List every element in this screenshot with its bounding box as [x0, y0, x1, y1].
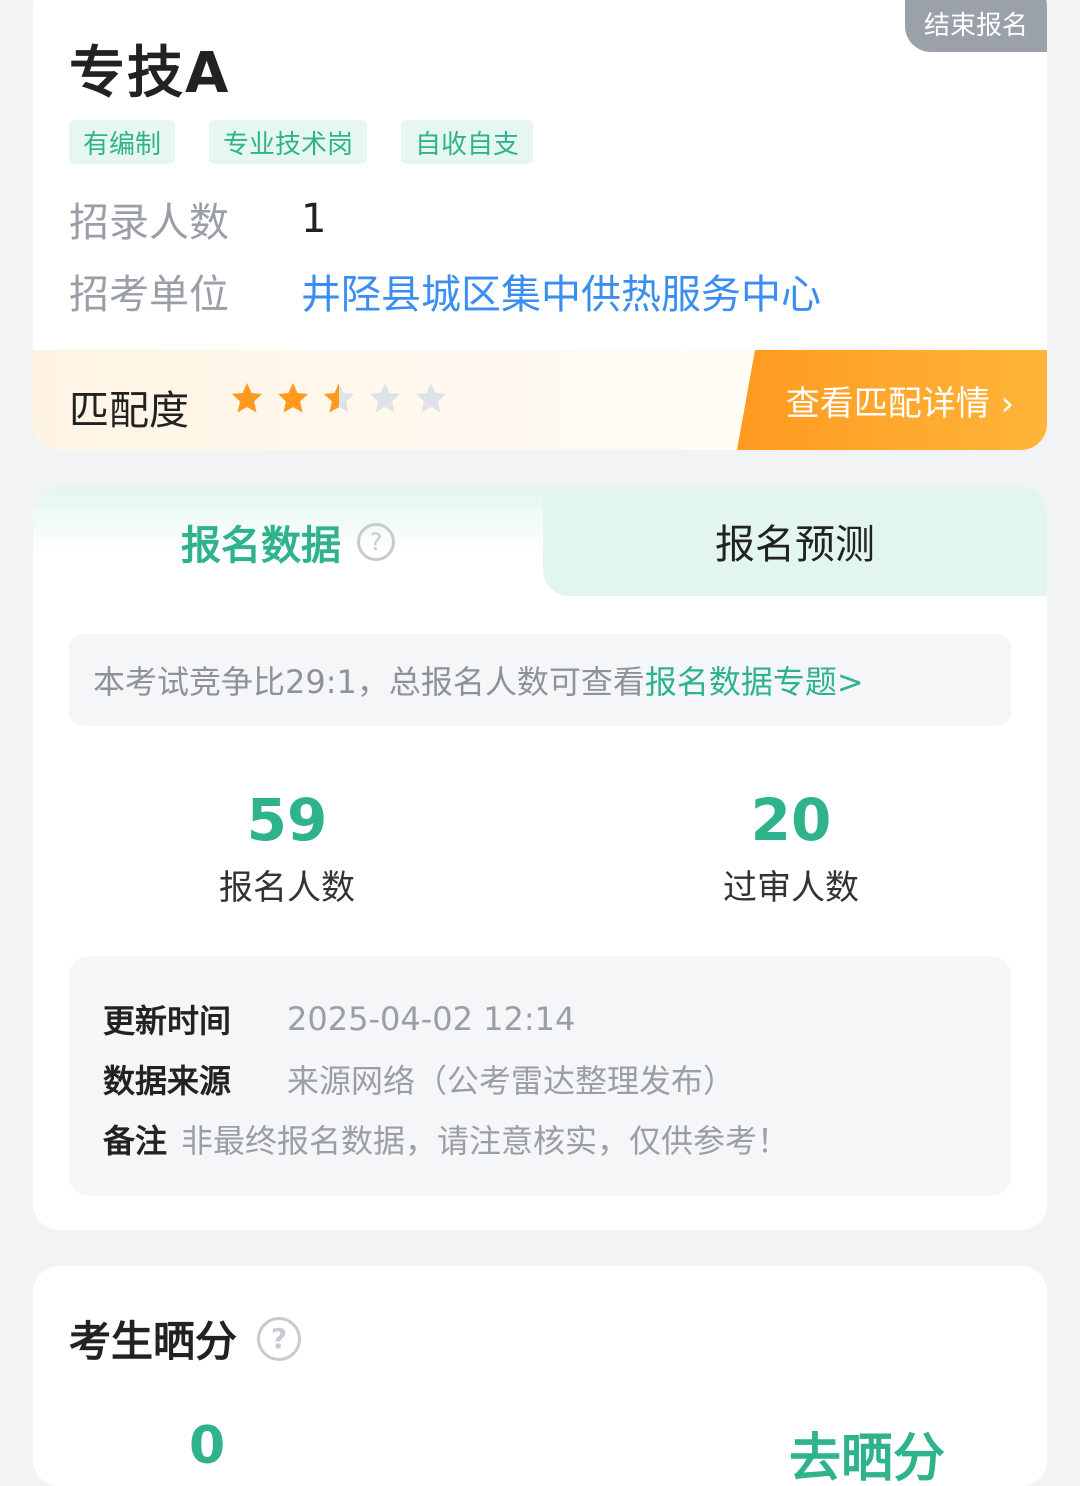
unit-row: 招考单位 井陉县城区集中供热服务中心	[69, 262, 821, 320]
stat-approved-value: 20	[750, 786, 832, 854]
position-title: 专技A	[69, 41, 231, 106]
star-icon	[277, 382, 309, 414]
match-detail-button[interactable]: 查看匹配详情 ›	[737, 350, 1047, 450]
tag-funding: 自收自支	[401, 120, 534, 164]
share-score-link[interactable]: 去晒分	[789, 1416, 945, 1486]
competition-notice: 本考试竞争比29:1，总报名人数可查看 报名数据专题>	[69, 634, 1011, 726]
data-meta-box: 更新时间 2025-04-02 12:14 数据来源 来源网络（公考雷达整理发布…	[69, 956, 1011, 1196]
update-row: 更新时间 2025-04-02 12:14	[103, 996, 575, 1042]
match-label: 匹配度	[69, 388, 189, 434]
help-icon[interactable]: ?	[257, 1316, 302, 1361]
stat-applicants-value: 59	[246, 786, 328, 854]
stat-applicants: 59 报名人数	[137, 786, 437, 909]
recruit-row: 招录人数 1	[69, 190, 326, 248]
tag-bianzhi: 有编制	[69, 120, 176, 164]
stat-approved-label: 过审人数	[723, 868, 859, 908]
tab-registration-forecast[interactable]: 报名预测	[543, 486, 1047, 596]
match-stars	[231, 382, 447, 414]
scores-title-text: 考生晒分	[69, 1317, 238, 1366]
star-icon	[323, 382, 355, 414]
update-label: 更新时间	[103, 1002, 232, 1040]
position-tags: 有编制 专业技术岗 自收自支	[69, 120, 534, 164]
registration-card: 报名数据 ? 报名预测 本考试竞争比29:1，总报名人数可查看 报名数据专题> …	[33, 486, 1047, 1230]
unit-label: 招考单位	[69, 272, 229, 318]
remark-label: 备注	[103, 1122, 168, 1160]
match-bar: 匹配度 查看匹配详情 ›	[33, 350, 1047, 450]
help-icon[interactable]: ?	[357, 523, 395, 561]
scores-count: 0	[189, 1416, 226, 1476]
source-label: 数据来源	[103, 1062, 232, 1100]
stat-applicants-label: 报名人数	[219, 868, 355, 908]
position-card: 结束报名 专技A 有编制 专业技术岗 自收自支 招录人数 1 招考单位 井陉县城…	[33, 0, 1047, 450]
stat-approved: 20 过审人数	[641, 786, 941, 909]
tab-bar: 报名数据 ? 报名预测	[33, 486, 1047, 598]
tab-registration-data[interactable]: 报名数据 ?	[33, 486, 543, 598]
notice-link[interactable]: 报名数据专题>	[645, 657, 864, 703]
scores-card: 考生晒分 ? 0 去晒分	[33, 1266, 1047, 1486]
recruit-value: 1	[301, 196, 327, 242]
scores-title: 考生晒分 ?	[69, 1308, 302, 1369]
source-value: 来源网络（公考雷达整理发布）	[287, 1062, 736, 1100]
unit-link[interactable]: 井陉县城区集中供热服务中心	[301, 262, 821, 320]
tab-registration-data-label: 报名数据	[181, 523, 341, 569]
star-icon	[231, 382, 263, 414]
update-value: 2025-04-02 12:14	[287, 1000, 576, 1038]
star-icon	[369, 382, 401, 414]
status-badge: 结束报名	[905, 0, 1047, 52]
remark-value: 非最终报名数据，请注意核实，仅供参考！	[181, 1122, 790, 1160]
remark-row: 备注 非最终报名数据，请注意核实，仅供参考！	[103, 1116, 789, 1162]
recruit-label: 招录人数	[69, 200, 229, 246]
source-row: 数据来源 来源网络（公考雷达整理发布）	[103, 1056, 735, 1102]
notice-text: 本考试竞争比29:1，总报名人数可查看	[93, 663, 645, 701]
star-icon	[415, 382, 447, 414]
tag-job-type: 专业技术岗	[209, 120, 368, 164]
